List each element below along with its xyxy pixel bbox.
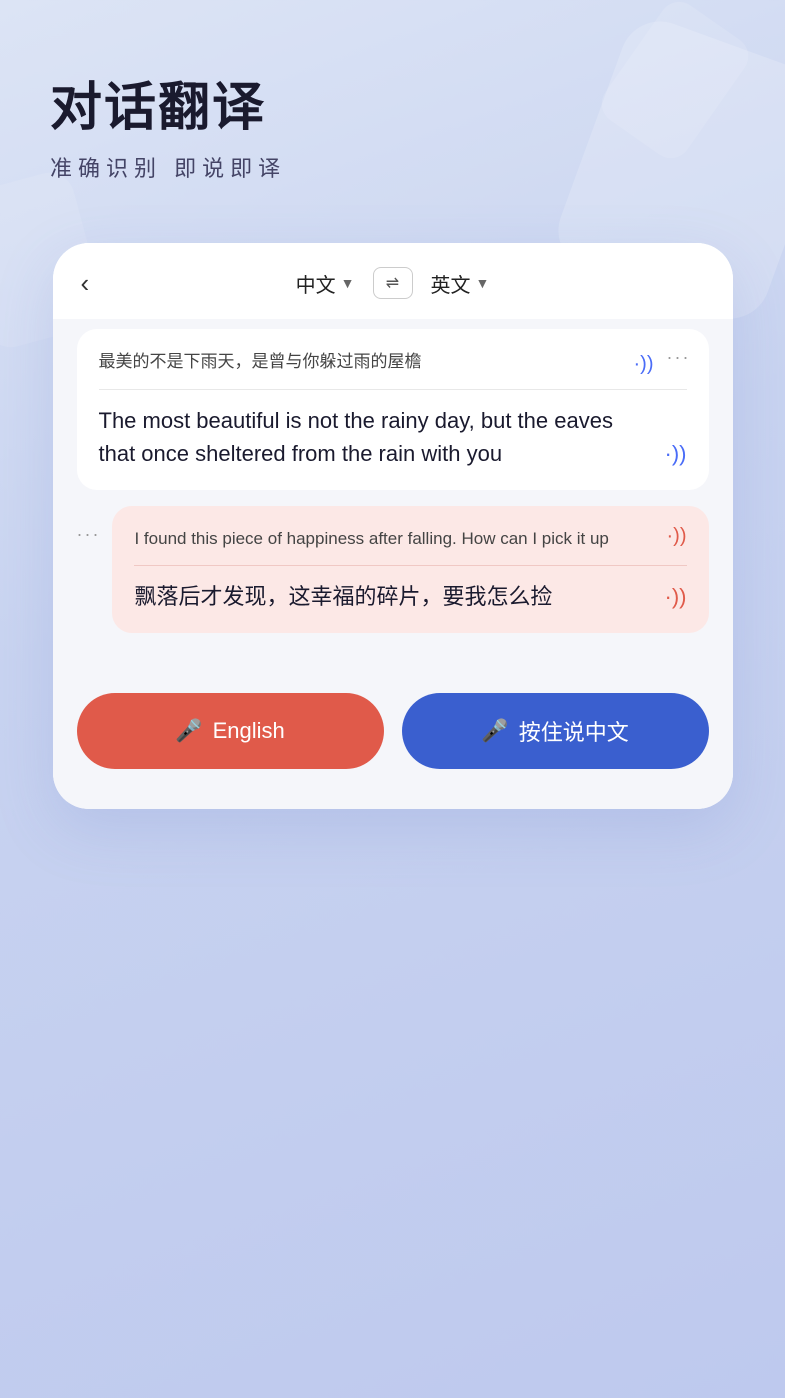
source-lang-chevron: ▼ — [341, 275, 355, 291]
translated-text-1: The most beautiful is not the rainy day,… — [99, 404, 687, 470]
chinese-voice-button[interactable]: 🎤 按住说中文 — [402, 693, 709, 769]
language-topbar: ‹ 中文 ▼ ⇌ 英文 ▼ — [53, 243, 733, 319]
more-options-button-2[interactable]: ··· — [77, 506, 101, 545]
page-title: 对话翻译 — [50, 80, 735, 137]
swap-languages-button[interactable]: ⇌ — [373, 267, 413, 299]
play-translation-2[interactable]: ·)) — [665, 580, 687, 613]
play-original-1[interactable]: ·)) — [634, 349, 654, 379]
translated-text-2: 飘落后才发现，这幸福的碎片，要我怎么捡 ·)) — [134, 580, 686, 613]
original-text-2: I found this piece of happiness after fa… — [134, 526, 686, 567]
back-button[interactable]: ‹ — [81, 268, 90, 299]
message-row-2: ··· I found this piece of happiness afte… — [77, 506, 709, 634]
english-mic-icon: 🎤 — [175, 718, 202, 744]
more-options-button-1[interactable]: ··· — [667, 347, 691, 368]
swap-icon: ⇌ — [386, 273, 399, 293]
message-bubble-2: I found this piece of happiness after fa… — [112, 506, 708, 634]
page-subtitle: 准确识别 即说即译 — [50, 151, 735, 183]
english-voice-button[interactable]: 🎤 English — [77, 693, 384, 769]
translation-card: ‹ 中文 ▼ ⇌ 英文 ▼ ··· 最美的不是下 — [53, 243, 733, 809]
message-bubble-1: ··· 最美的不是下雨天，是曾与你躲过雨的屋檐 ·)) The most bea… — [77, 329, 709, 490]
target-language-button[interactable]: 英文 ▼ — [431, 269, 490, 298]
source-language-button[interactable]: 中文 ▼ — [296, 269, 355, 298]
original-text-1: 最美的不是下雨天，是曾与你躲过雨的屋檐 ·)) — [99, 349, 687, 390]
play-translation-1[interactable]: ·)) — [665, 437, 687, 470]
conversation-area: ··· 最美的不是下雨天，是曾与你躲过雨的屋檐 ·)) The most bea… — [53, 319, 733, 657]
target-lang-chevron: ▼ — [476, 275, 490, 291]
chinese-mic-icon: 🎤 — [481, 718, 508, 744]
play-original-2[interactable]: ·)) — [667, 521, 687, 551]
language-switcher: 中文 ▼ ⇌ 英文 ▼ — [296, 267, 490, 299]
voice-input-buttons: 🎤 English 🎤 按住说中文 — [53, 657, 733, 809]
